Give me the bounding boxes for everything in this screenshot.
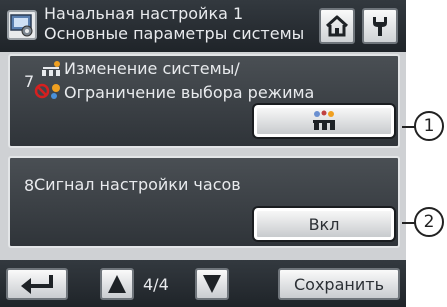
page-indicator: 4/4 [143, 275, 169, 294]
item-label-line1: Изменение системы/ [64, 59, 240, 78]
return-arrow-icon [21, 275, 53, 294]
page-title-line2: Основные параметры системы [44, 24, 305, 43]
page-down-button[interactable] [195, 268, 229, 300]
callout-2: 2 [414, 207, 444, 237]
item-number: 8 [24, 176, 35, 195]
service-button[interactable] [362, 8, 398, 44]
down-triangle-icon [203, 275, 221, 293]
up-triangle-icon [108, 275, 126, 293]
setting-item-8: 8 Сигнал настройки часов Вкл [8, 156, 400, 248]
home-button[interactable] [319, 8, 355, 44]
item-label-line2: Ограничение выбора режима [64, 83, 315, 102]
system-mode-button[interactable] [254, 105, 394, 137]
system-mode-icon [313, 110, 335, 130]
clock-signal-toggle-button[interactable]: Вкл [254, 208, 394, 240]
save-button[interactable]: Сохранить [278, 268, 400, 300]
item-label: Сигнал настройки часов [34, 175, 241, 194]
wrench-icon [373, 17, 387, 36]
page-title: Начальная настройка 1 Основные параметры… [44, 4, 314, 44]
page-up-button[interactable] [100, 268, 134, 300]
page-title-line1: Начальная настройка 1 [44, 4, 244, 23]
back-button[interactable] [6, 268, 68, 300]
callout-1: 1 [414, 111, 444, 141]
mode-restriction-icon [34, 83, 60, 99]
system-change-icon [42, 61, 60, 76]
footer-bar: 4/4 Сохранить [0, 260, 406, 307]
setting-item-7: 7 Изменение системы/ Ограничение выбора … [8, 54, 400, 148]
home-icon [325, 15, 349, 37]
header-bar: Начальная настройка 1 Основные параметры… [0, 0, 406, 52]
settings-screen-icon [7, 10, 37, 40]
item-number: 7 [24, 72, 35, 91]
screen: Начальная настройка 1 Основные параметры… [0, 0, 406, 307]
